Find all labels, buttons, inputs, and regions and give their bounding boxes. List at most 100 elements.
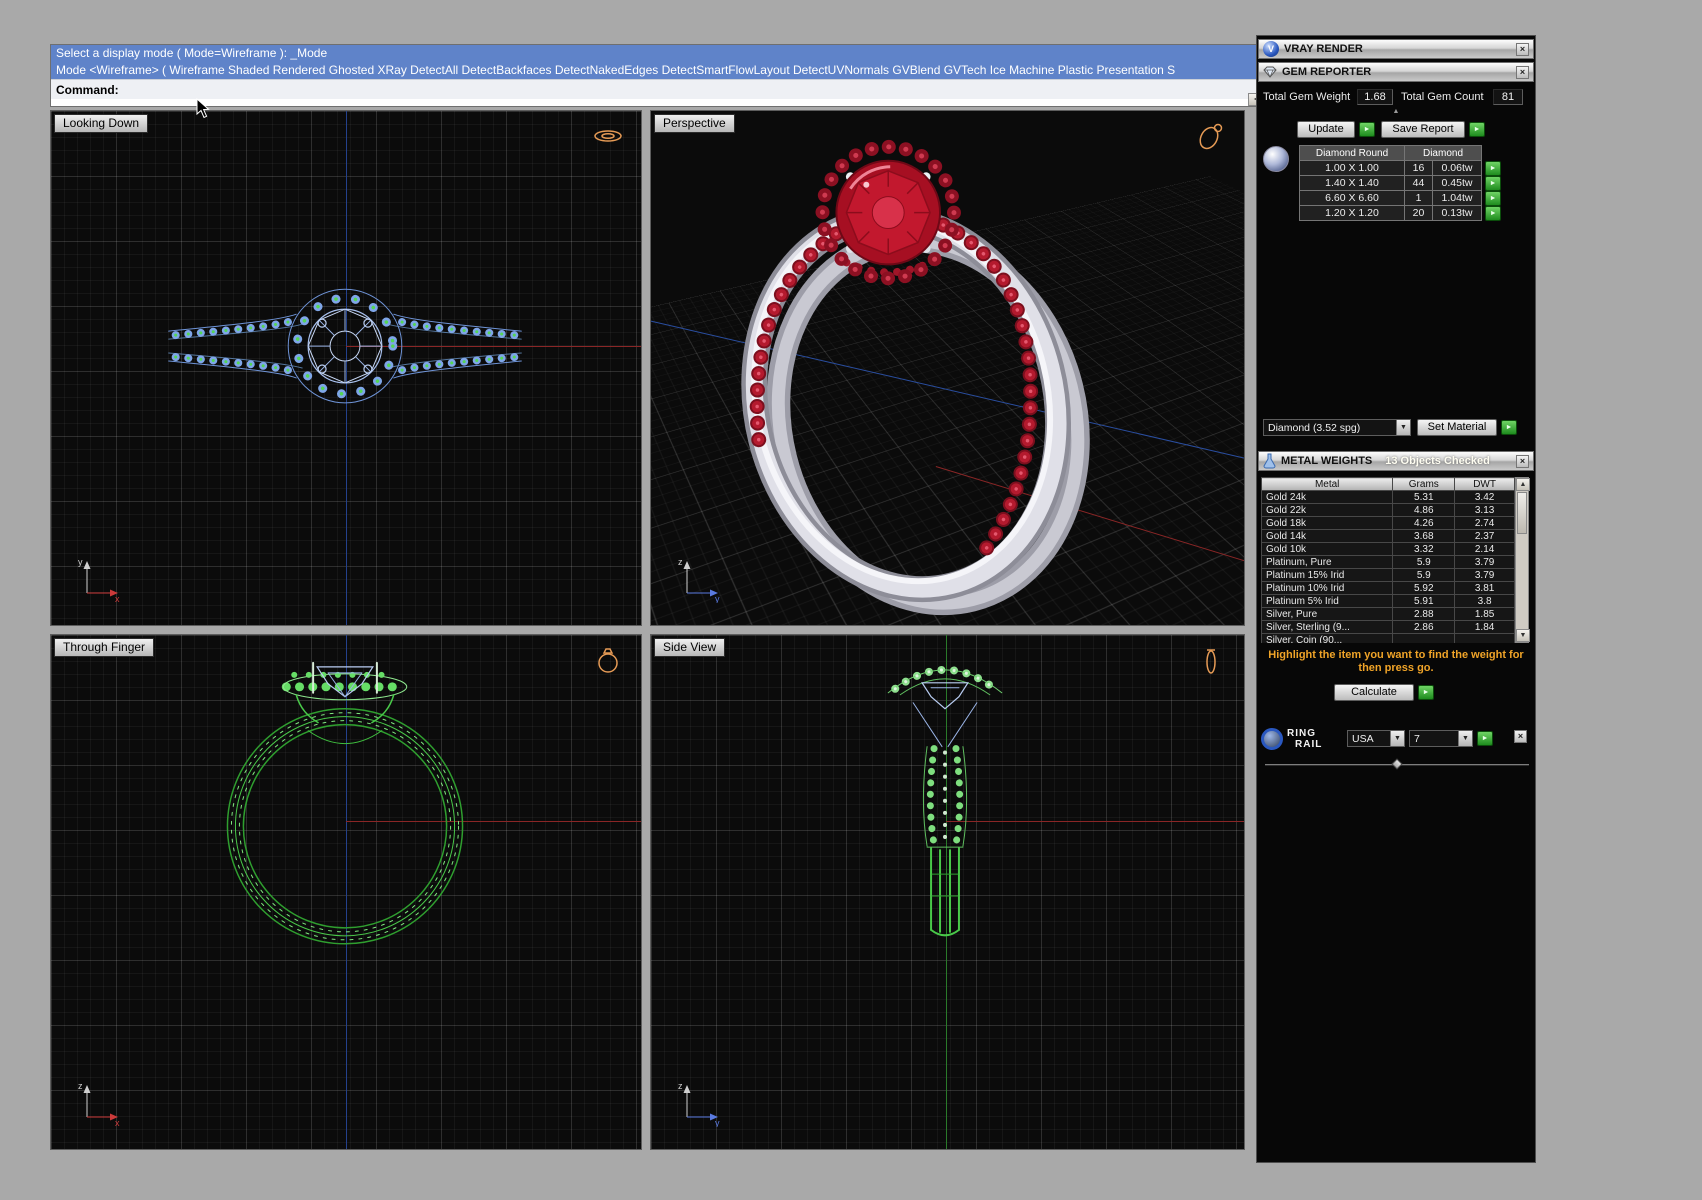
- svg-text:z: z: [78, 1081, 83, 1091]
- metal-row[interactable]: Platinum, Pure5.93.79: [1262, 556, 1515, 569]
- svg-text:y: y: [715, 1118, 720, 1127]
- metal-weights-header[interactable]: METAL WEIGHTS 13 Objects Checked ×: [1258, 451, 1534, 471]
- material-dropdown[interactable]: Diamond (3.52 spg) ▼: [1263, 419, 1411, 436]
- gem-report-table: Diamond Round Diamond 1.00 X 1.00 16 0.0…: [1299, 145, 1502, 221]
- ring-profile-wireframe: [651, 635, 1244, 1149]
- gem-side-profile: [313, 663, 377, 697]
- metal-row[interactable]: Silver, Sterling (9...2.861.84: [1262, 621, 1515, 634]
- axis-indicator: y x: [77, 555, 125, 603]
- center-ruby: [836, 161, 940, 265]
- viewport-orientation-icon: [1194, 121, 1228, 151]
- center-gem: [308, 309, 382, 383]
- svg-text:y: y: [78, 557, 83, 567]
- viewport-title-through-finger[interactable]: Through Finger: [54, 638, 154, 657]
- metal-row[interactable]: Silver, Coin (90...: [1262, 634, 1515, 644]
- gem-reporter-header[interactable]: GEM REPORTER ×: [1258, 62, 1534, 82]
- gem-row-go-icon[interactable]: ►: [1485, 161, 1501, 176]
- gem-row[interactable]: 1.20 X 1.20 20 0.13tw ►: [1300, 206, 1502, 221]
- ring-rail-go-icon[interactable]: ►: [1477, 731, 1493, 746]
- axis-indicator: z y: [677, 1079, 725, 1127]
- axis-indicator: z y: [677, 555, 725, 603]
- metal-row[interactable]: Gold 14k3.682.37: [1262, 530, 1515, 543]
- vray-render-header[interactable]: V VRAY RENDER ×: [1258, 39, 1534, 59]
- save-report-go-icon[interactable]: ►: [1469, 122, 1485, 137]
- update-go-icon[interactable]: ►: [1359, 122, 1375, 137]
- viewport-through-finger[interactable]: Through Finger z x: [50, 634, 642, 1150]
- chevron-down-icon[interactable]: ▼: [1390, 731, 1404, 746]
- right-panel: V VRAY RENDER × GEM REPORTER × Total Gem…: [1256, 35, 1536, 1163]
- total-gem-count-label: Total Gem Count: [1401, 91, 1484, 103]
- chevron-down-icon[interactable]: ▼: [1458, 731, 1472, 746]
- command-mode-options-line[interactable]: Mode <Wireframe> ( Wireframe Shaded Rend…: [51, 62, 1281, 79]
- metal-row[interactable]: Gold 24k5.313.42: [1262, 491, 1515, 504]
- gem-row[interactable]: 6.60 X 6.60 1 1.04tw ►: [1300, 191, 1502, 206]
- svg-text:x: x: [115, 1118, 120, 1127]
- mw-header-row: Metal Grams DWT: [1262, 478, 1515, 491]
- objects-checked-status: 13 Objects Checked: [1385, 455, 1490, 467]
- ring-size-slider-thumb[interactable]: [1391, 758, 1402, 769]
- command-prompt-input[interactable]: Command:: [51, 79, 1281, 99]
- metal-row[interactable]: Gold 22k4.863.13: [1262, 504, 1515, 517]
- gem-row-go-icon[interactable]: ►: [1485, 176, 1501, 191]
- gem-row-go-icon[interactable]: ►: [1485, 206, 1501, 221]
- shank-band-left: [169, 314, 302, 378]
- ring-rail-panel: RING RAIL USA ▼ 7 ▼ ► ×: [1257, 726, 1535, 754]
- viewport-title-side-view[interactable]: Side View: [654, 638, 725, 657]
- ring-front-wireframe: [51, 635, 641, 1149]
- axis-indicator: z x: [77, 1079, 125, 1127]
- gem-material-ball-icon[interactable]: [1263, 146, 1289, 172]
- set-material-go-icon[interactable]: ►: [1501, 420, 1517, 435]
- metal-row[interactable]: Gold 10k3.322.14: [1262, 543, 1515, 556]
- calculate-button[interactable]: Calculate: [1334, 684, 1414, 701]
- metal-row[interactable]: Platinum 15% Irid5.93.79: [1262, 569, 1515, 582]
- viewport-title-looking-down[interactable]: Looking Down: [54, 114, 148, 133]
- viewport-title-perspective[interactable]: Perspective: [654, 114, 735, 133]
- ring-rail-region-dropdown[interactable]: USA ▼: [1347, 730, 1405, 747]
- viewport-looking-down[interactable]: Looking Down y x: [50, 110, 642, 626]
- flask-icon: [1263, 453, 1276, 469]
- viewport-side-view[interactable]: Side View z y: [650, 634, 1245, 1150]
- gem-edge: [913, 683, 977, 747]
- metal-table-scrollbar[interactable]: ▲ ▼: [1515, 477, 1529, 643]
- chevron-down-icon[interactable]: ▼: [1396, 420, 1410, 435]
- svg-text:x: x: [115, 594, 120, 603]
- svg-text:y: y: [715, 594, 720, 603]
- scroll-down-icon[interactable]: ▼: [1516, 629, 1530, 642]
- metal-row[interactable]: Platinum 5% Irid5.913.8: [1262, 595, 1515, 608]
- metal-row[interactable]: Silver, Pure2.881.85: [1262, 608, 1515, 621]
- gem-row[interactable]: 1.40 X 1.40 44 0.45tw ►: [1300, 176, 1502, 191]
- ring-rail-title-line1: RING: [1287, 728, 1316, 739]
- viewport-perspective[interactable]: Perspective z y: [650, 110, 1245, 626]
- ring-rail-size-dropdown[interactable]: 7 ▼: [1409, 730, 1473, 747]
- viewport-grid: Looking Down y x: [50, 110, 1245, 1150]
- mouse-cursor: [196, 98, 210, 119]
- metal-row[interactable]: Platinum 10% Irid5.923.81: [1262, 582, 1515, 595]
- panel-collapse-icon[interactable]: ▲: [1257, 108, 1535, 115]
- band-section: [927, 847, 963, 935]
- total-gem-weight-value: 1.68: [1357, 89, 1393, 105]
- metal-weights-help-line2: then press go.: [1265, 662, 1527, 675]
- set-material-button[interactable]: Set Material: [1417, 419, 1497, 436]
- vray-title: VRAY RENDER: [1284, 43, 1363, 55]
- metal-scrollbar-thumb[interactable]: [1517, 492, 1527, 534]
- metal-weights-table-wrap: Metal Grams DWT Gold 24k5.313.42 Gold 22…: [1261, 477, 1515, 643]
- svg-text:z: z: [678, 557, 683, 567]
- gem-row-go-icon[interactable]: ►: [1485, 191, 1501, 206]
- close-icon[interactable]: ×: [1514, 730, 1527, 743]
- save-report-button[interactable]: Save Report: [1381, 121, 1465, 138]
- vray-icon: V: [1263, 41, 1279, 57]
- metal-weights-help-line1: Highlight the item you want to find the …: [1265, 649, 1527, 662]
- metal-row[interactable]: Gold 18k4.262.74: [1262, 517, 1515, 530]
- gem-row[interactable]: 1.00 X 1.00 16 0.06tw ►: [1300, 161, 1502, 176]
- stem-pave: [923, 747, 966, 847]
- svg-text:z: z: [678, 1081, 683, 1091]
- close-icon[interactable]: ×: [1516, 66, 1529, 79]
- close-icon[interactable]: ×: [1516, 455, 1529, 468]
- close-icon[interactable]: ×: [1516, 43, 1529, 56]
- gem-col-size: Diamond Round: [1300, 146, 1405, 161]
- ring-size-slider[interactable]: [1265, 764, 1529, 766]
- viewport-orientation-icon: [1194, 645, 1228, 675]
- scroll-up-icon[interactable]: ▲: [1516, 478, 1530, 491]
- calculate-go-icon[interactable]: ►: [1418, 685, 1434, 700]
- update-button[interactable]: Update: [1297, 121, 1355, 138]
